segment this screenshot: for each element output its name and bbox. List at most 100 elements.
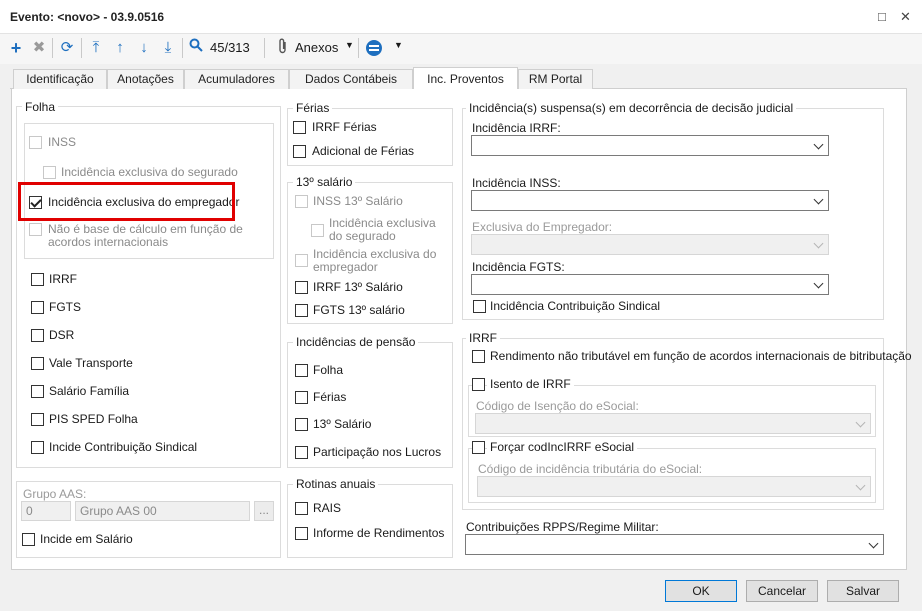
decimo-empregador-label-2: empregador — [313, 260, 378, 274]
pensao-folha-label: Folha — [313, 363, 344, 377]
restore-icon[interactable]: □ — [878, 9, 886, 24]
decimo-empregador-checkbox[interactable] — [295, 254, 308, 267]
toolbar-separator — [81, 38, 82, 58]
aas-title: Grupo AAS: — [23, 487, 87, 501]
dsr-label: DSR — [49, 328, 75, 342]
ok-button[interactable]: OK — [665, 580, 737, 602]
decimo-title: 13º salário — [293, 175, 356, 189]
tab-acumuladores[interactable]: Acumuladores — [184, 69, 289, 89]
vale-transporte-checkbox[interactable] — [31, 357, 44, 370]
first-record-icon[interactable]: ⤒ — [86, 38, 106, 58]
irrf-ferias-checkbox[interactable] — [293, 121, 306, 134]
incide-salario-checkbox[interactable] — [22, 533, 35, 546]
ferias-title: Férias — [293, 101, 333, 115]
record-position: 45/313 — [210, 40, 250, 55]
contribuicao-sindical-label: Incide Contribuição Sindical — [49, 440, 198, 454]
search-icon[interactable] — [186, 38, 206, 58]
informe-rendimentos-checkbox[interactable] — [295, 527, 308, 540]
pensao-13-checkbox[interactable] — [295, 418, 308, 431]
pensao-lucros-checkbox[interactable] — [295, 446, 308, 459]
fgts-13-label: FGTS 13º salário — [313, 303, 405, 317]
exclusiva-empregador-label: Exclusiva do Empregador: — [472, 220, 613, 234]
refresh-icon[interactable]: ⟳ — [57, 38, 77, 58]
toolbar-separator — [264, 38, 265, 58]
irrf-13-checkbox[interactable] — [295, 281, 308, 294]
options-icon[interactable] — [366, 40, 382, 56]
paperclip-icon[interactable] — [273, 38, 293, 58]
rpps-select[interactable] — [465, 534, 884, 555]
last-record-icon[interactable]: ⤓ — [158, 38, 178, 58]
rotinas-title: Rotinas anuais — [293, 477, 379, 491]
inss-checkbox[interactable] — [29, 136, 42, 149]
cod-isencao-label: Código de Isenção do eSocial: — [476, 399, 639, 413]
irrf-label: IRRF — [49, 272, 77, 286]
previous-record-icon[interactable]: ↑ — [110, 38, 130, 58]
cod-incidencia-label: Código de incidência tributária do eSoci… — [478, 462, 703, 476]
aas-name-input[interactable]: Grupo AAS 00 — [75, 501, 250, 521]
suspensa-fgts-label: Incidência FGTS: — [472, 260, 565, 274]
rendimento-nao-tributavel-label: Rendimento não tributável em função de a… — [490, 349, 912, 363]
pis-sped-checkbox[interactable] — [31, 413, 44, 426]
close-icon[interactable]: ✕ — [900, 9, 911, 25]
dsr-checkbox[interactable] — [31, 329, 44, 342]
tab-dados-contabeis[interactable]: Dados Contábeis — [289, 69, 413, 89]
suspensa-fgts-select[interactable] — [471, 274, 829, 295]
aas-code-input[interactable]: 0 — [21, 501, 71, 521]
tab-rm-portal[interactable]: RM Portal — [518, 69, 593, 89]
adicional-ferias-checkbox[interactable] — [293, 145, 306, 158]
irrf-13-label: IRRF 13º Salário — [313, 280, 403, 294]
cod-isencao-select[interactable] — [475, 413, 871, 434]
chevron-down-icon[interactable]: ▼ — [345, 40, 354, 50]
title-bar: Evento: <novo> - 03.9.0516 □ ✕ — [0, 0, 922, 34]
rais-checkbox[interactable] — [295, 502, 308, 515]
chevron-down-icon — [868, 538, 879, 549]
cod-incidencia-select[interactable] — [477, 476, 871, 497]
delete-icon[interactable]: ✖ — [29, 38, 49, 58]
salario-familia-checkbox[interactable] — [31, 385, 44, 398]
suspensa-inss-select[interactable] — [471, 190, 829, 211]
chevron-down-icon — [813, 278, 824, 289]
toolbar-separator — [52, 38, 53, 58]
add-icon[interactable]: + — [6, 38, 26, 58]
chevron-down-icon[interactable]: ▼ — [394, 40, 403, 50]
irrf-checkbox[interactable] — [31, 273, 44, 286]
rais-label: RAIS — [313, 501, 342, 515]
suspensa-sindical-checkbox[interactable] — [473, 300, 486, 313]
cancel-button[interactable]: Cancelar — [746, 580, 818, 602]
rpps-label: Contribuições RPPS/Regime Militar: — [466, 520, 659, 534]
next-record-icon[interactable]: ↓ — [134, 38, 154, 58]
save-button[interactable]: Salvar — [827, 580, 899, 602]
informe-rendimentos-label: Informe de Rendimentos — [313, 526, 445, 540]
pensao-lucros-label: Participação nos Lucros — [313, 445, 442, 459]
toolbar-separator — [358, 38, 359, 58]
tab-inc-proventos[interactable]: Inc. Proventos — [413, 67, 518, 89]
pensao-ferias-checkbox[interactable] — [295, 391, 308, 404]
forcar-codincirrf-checkbox[interactable] — [472, 441, 485, 454]
chevron-down-icon — [855, 480, 866, 491]
inc-segurado-checkbox[interactable] — [43, 166, 56, 179]
chevron-down-icon — [813, 139, 824, 150]
pensao-folha-checkbox[interactable] — [295, 364, 308, 377]
tab-anotacoes[interactable]: Anotações — [107, 69, 184, 89]
tab-identificacao[interactable]: Identificação — [13, 69, 107, 89]
exclusiva-empregador-select[interactable] — [471, 234, 829, 255]
fgts-13-checkbox[interactable] — [295, 304, 308, 317]
suspensa-irrf-select[interactable] — [471, 135, 829, 156]
forcar-codincirrf-label: Forçar codIncIRRF eSocial — [487, 441, 638, 454]
highlight-box — [18, 182, 235, 221]
inss-13-checkbox[interactable] — [295, 195, 308, 208]
rotinas-group — [287, 484, 453, 558]
fgts-checkbox[interactable] — [31, 301, 44, 314]
incide-salario-label: Incide em Salário — [40, 532, 133, 546]
irrf-group-title: IRRF — [466, 331, 500, 345]
attachments-button[interactable]: Anexos — [295, 40, 338, 55]
window-title: Evento: <novo> - 03.9.0516 — [10, 10, 165, 24]
aas-lookup-button[interactable]: ... — [254, 501, 274, 521]
isento-irrf-checkbox[interactable] — [472, 378, 485, 391]
decimo-segurado-checkbox[interactable] — [311, 224, 324, 237]
chevron-down-icon — [813, 238, 824, 249]
nao-base-checkbox[interactable] — [29, 223, 42, 236]
rendimento-nao-tributavel-checkbox[interactable] — [472, 350, 485, 363]
irrf-ferias-label: IRRF Férias — [312, 120, 377, 134]
contribuicao-sindical-checkbox[interactable] — [31, 441, 44, 454]
